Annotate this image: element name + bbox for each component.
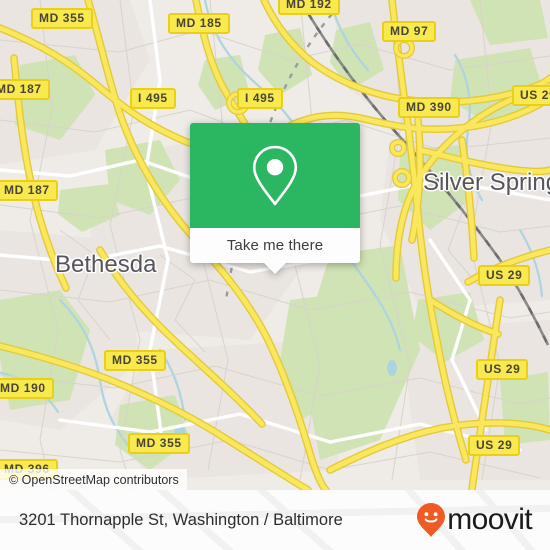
road-shield: MD 185 <box>168 13 230 34</box>
road-shield: MD 187 <box>0 180 58 201</box>
road-shield: MD 355 <box>128 433 190 454</box>
map-canvas[interactable]: Bethesda Silver Spring MD 355 MD 185 MD … <box>0 0 550 490</box>
moovit-map-screenshot: Bethesda Silver Spring MD 355 MD 185 MD … <box>0 0 550 550</box>
road-shield: US 29 <box>476 359 529 380</box>
road-shield: US 29 <box>468 435 521 456</box>
location-popup[interactable]: Take me there <box>190 123 360 274</box>
moovit-logo[interactable]: moovit <box>416 502 533 538</box>
road-shield: I 495 <box>130 88 176 109</box>
popup-image-area <box>190 123 360 228</box>
road-shield: MD 97 <box>382 21 437 42</box>
road-shield: US 29 <box>512 85 550 106</box>
take-me-there-label: Take me there <box>226 237 324 254</box>
map-place-label: Bethesda <box>55 251 157 278</box>
take-me-there-button[interactable]: Take me there <box>190 228 360 274</box>
map-place-label: Silver Spring <box>423 169 550 196</box>
road-shield: MD 190 <box>0 378 54 399</box>
footer-bar: 3201 Thornapple St, Washington / Baltimo… <box>0 490 550 550</box>
moovit-wordmark: moovit <box>447 503 532 536</box>
moovit-pin-smiley-icon <box>417 503 446 537</box>
road-shield: MD 192 <box>278 0 340 15</box>
road-shield: I 495 <box>237 88 283 109</box>
road-shield: MD 355 <box>31 8 93 29</box>
map-pin-icon <box>252 145 298 205</box>
road-shield: MD 355 <box>104 350 166 371</box>
road-shield: MD 390 <box>398 97 460 118</box>
address-label: 3201 Thornapple St, Washington / Baltimo… <box>19 510 343 529</box>
map-attribution[interactable]: © OpenStreetMap contributors <box>0 469 187 490</box>
road-shield: MD 187 <box>0 79 50 100</box>
road-shield: US 29 <box>478 265 531 286</box>
popup-pointer <box>264 263 286 274</box>
attribution-text: © OpenStreetMap contributors <box>9 472 179 487</box>
